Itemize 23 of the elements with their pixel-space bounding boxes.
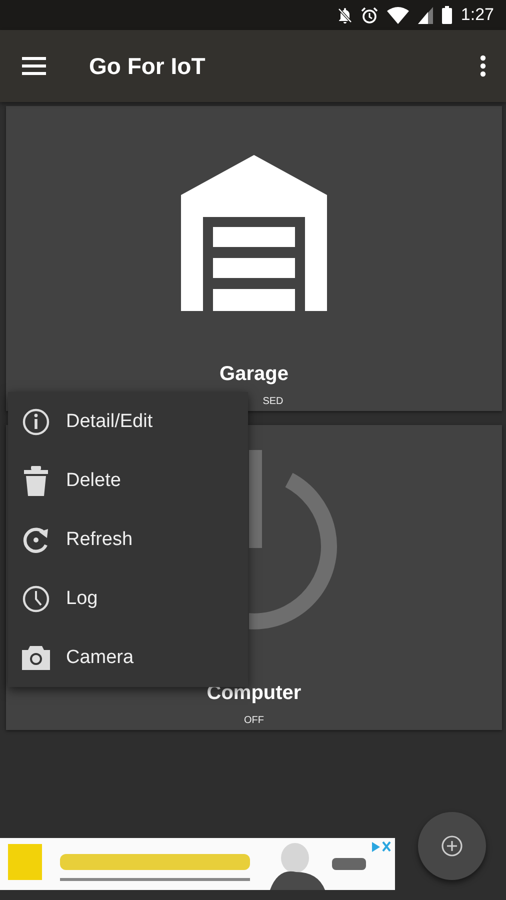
device-name: Garage bbox=[220, 363, 288, 386]
wifi-icon bbox=[386, 6, 409, 24]
clock-icon bbox=[22, 584, 50, 612]
device-card[interactable]: Garage SED bbox=[6, 106, 502, 411]
menu-item[interactable]: Refresh bbox=[8, 510, 248, 569]
menu-button[interactable] bbox=[22, 57, 46, 75]
garage-icon bbox=[181, 155, 327, 311]
info-icon bbox=[22, 408, 50, 436]
plus-circle-icon bbox=[441, 835, 463, 857]
menu-item[interactable]: Log bbox=[8, 569, 248, 628]
clock-time: 1:27 bbox=[460, 5, 494, 25]
signal-icon bbox=[418, 6, 433, 24]
app-title: Go For IoT bbox=[89, 52, 206, 80]
alarm-icon bbox=[360, 6, 378, 24]
camera-icon bbox=[22, 646, 50, 670]
bell-off-icon bbox=[338, 6, 352, 24]
trash-icon bbox=[24, 466, 48, 496]
device-status: SED bbox=[262, 396, 284, 407]
refresh-icon bbox=[22, 526, 50, 554]
device-status: OFF bbox=[244, 715, 264, 726]
battery-icon bbox=[442, 6, 452, 24]
menu-item[interactable]: Delete bbox=[8, 451, 248, 510]
more-options-button[interactable] bbox=[480, 55, 486, 77]
